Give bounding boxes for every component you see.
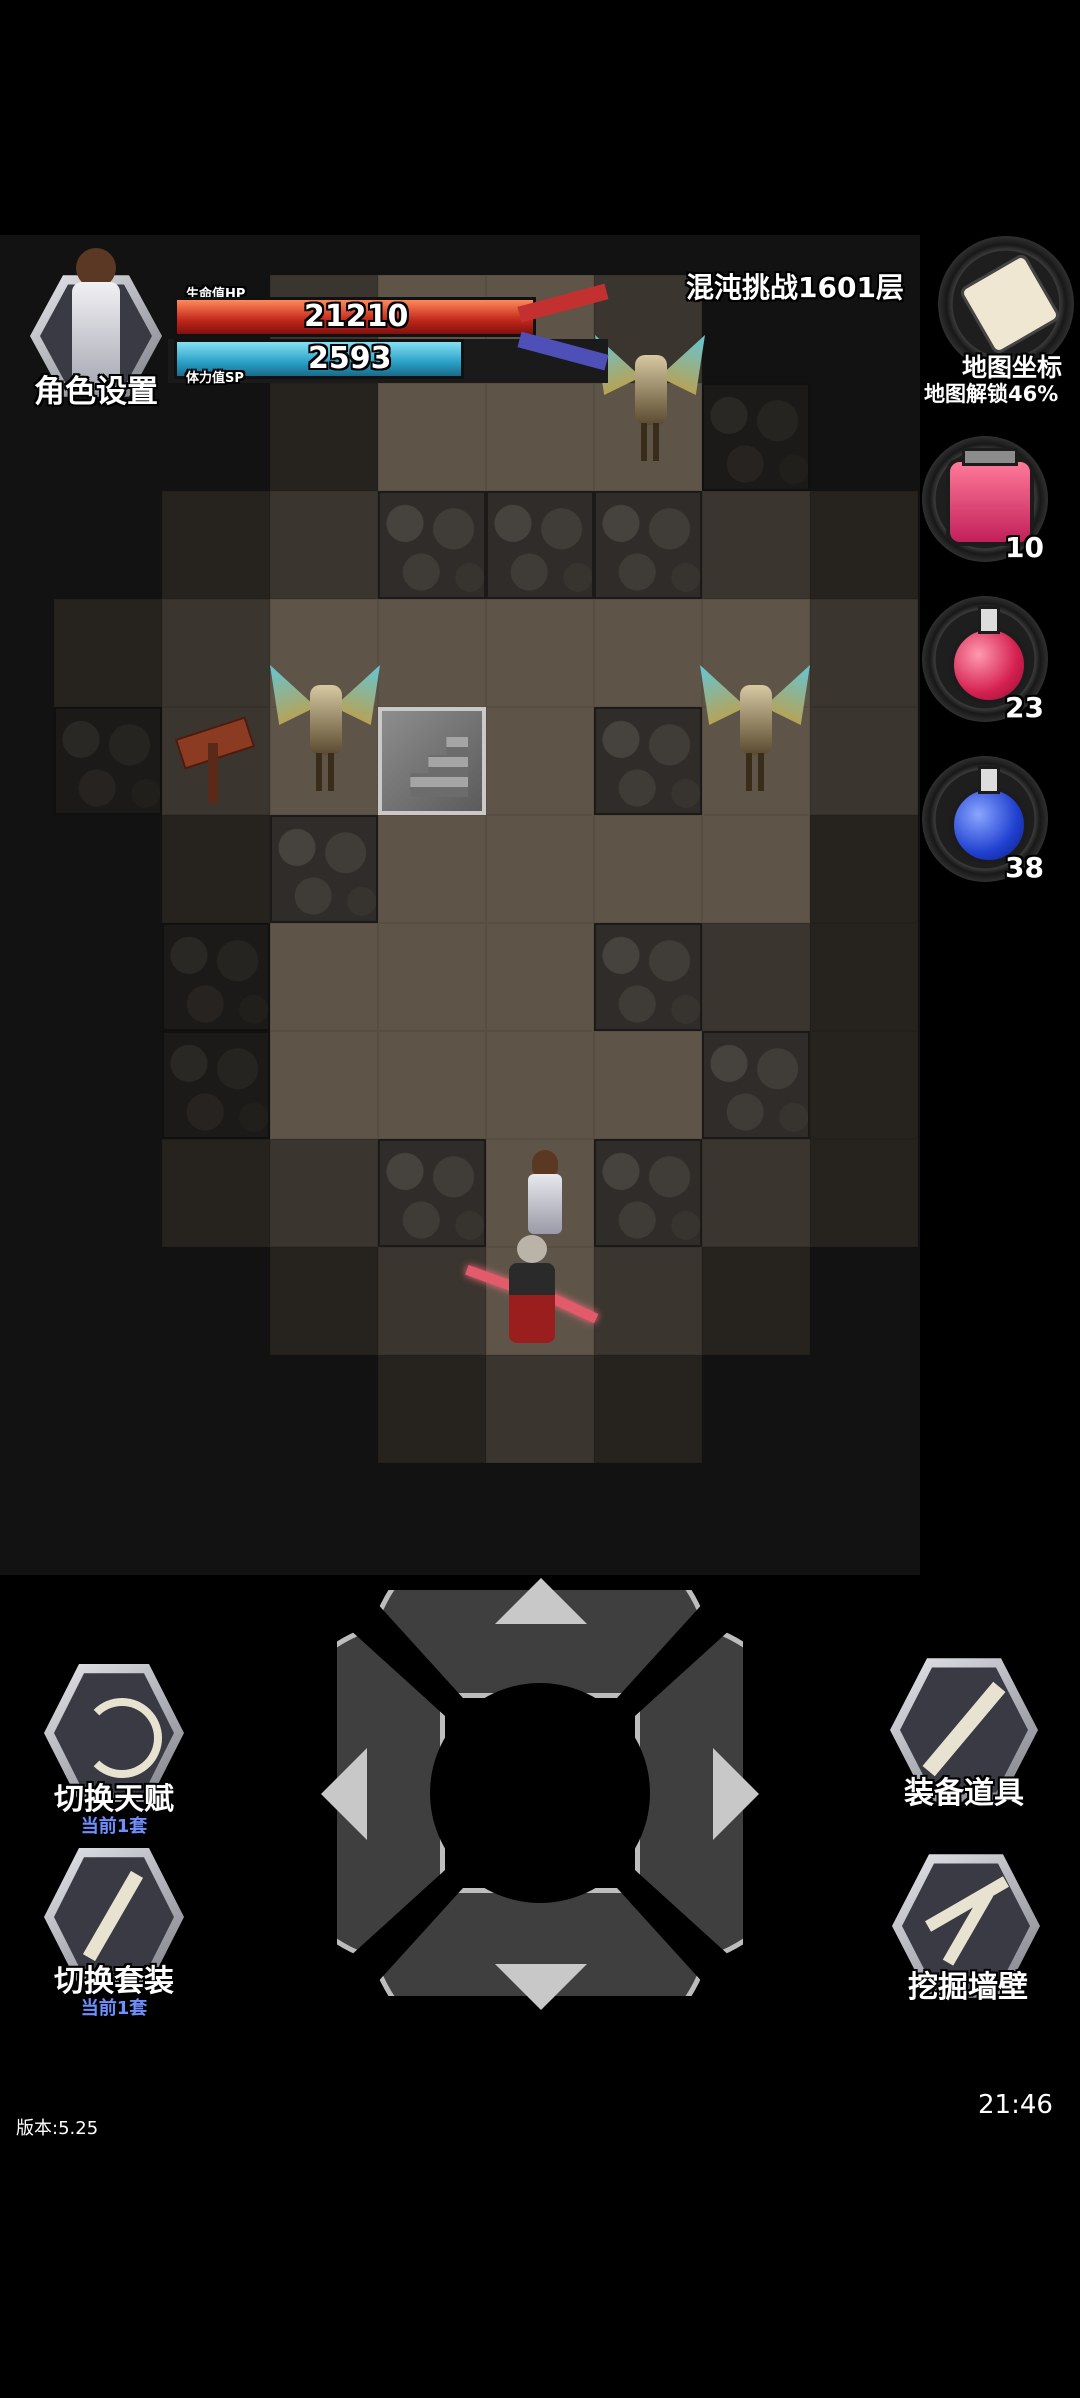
floor-tile (270, 1139, 378, 1247)
floor-tile (270, 923, 378, 1031)
winged-monster[interactable] (700, 655, 810, 795)
equip-items-label: 装备道具 (904, 1776, 1024, 1811)
winged-monster[interactable] (595, 325, 705, 465)
floor-tile (486, 599, 594, 707)
floor-tile (702, 815, 810, 923)
floor-tile (594, 1247, 702, 1355)
floor-tile (486, 923, 594, 1031)
floor-tile (270, 491, 378, 599)
winged-monster[interactable] (270, 655, 380, 795)
floor-tile (486, 707, 594, 815)
floor-tile (810, 1031, 918, 1139)
sp-value: 2593 (308, 341, 392, 376)
stairs-tile[interactable] (378, 707, 486, 815)
dungeon-map[interactable] (0, 235, 920, 1575)
dpad-center (430, 1683, 650, 1903)
wall-tile (162, 923, 270, 1031)
floor-tile (810, 923, 918, 1031)
floor-tile (810, 1139, 918, 1247)
floor-tile (162, 599, 270, 707)
hp-value: 21210 (304, 299, 409, 334)
floor-tile (810, 599, 918, 707)
floor-tile (270, 1247, 378, 1355)
item-slot-blue-potion[interactable]: 38 (922, 756, 1048, 884)
signpost[interactable] (178, 715, 248, 805)
wall-tile (162, 1031, 270, 1139)
floor-tile (270, 1031, 378, 1139)
wall-tile (378, 491, 486, 599)
scroll-map-icon (958, 252, 1062, 356)
stats-panel: 生命值HP 21210 2593 体力值SP (168, 283, 609, 386)
floor-tile (702, 1247, 810, 1355)
dpad (265, 1518, 815, 2068)
floor-tile (594, 815, 702, 923)
arrow-down-icon (495, 1964, 587, 2010)
wall-tile (594, 923, 702, 1031)
wall-tile (378, 1139, 486, 1247)
floor-tile (378, 1355, 486, 1463)
wall-tile (702, 383, 810, 491)
floor-tile (594, 599, 702, 707)
floor-tile (702, 923, 810, 1031)
floor-tile (54, 599, 162, 707)
clock-text: 21:46 (978, 2090, 1053, 2120)
floor-tile (486, 1355, 594, 1463)
floor-tile (378, 815, 486, 923)
character-portrait (68, 248, 124, 392)
sp-label: 体力值SP (186, 371, 244, 386)
floor-tile (810, 707, 918, 815)
floor-tile (594, 1355, 702, 1463)
wall-tile (54, 707, 162, 815)
item-slot-health-jar[interactable]: 10 (922, 436, 1048, 564)
arrow-left-icon (321, 1748, 367, 1840)
floor-tile (486, 815, 594, 923)
item-slot-red-potion[interactable]: 23 (922, 596, 1048, 724)
item-count: 23 (1005, 691, 1044, 724)
red-armored-enemy[interactable] (465, 1235, 599, 1355)
arrow-up-icon (495, 1578, 587, 1624)
switch-outfit-current: 当前1套 (80, 1998, 148, 2019)
wall-tile (702, 1031, 810, 1139)
wall-tile (594, 1139, 702, 1247)
switch-talent-current: 当前1套 (80, 1816, 148, 1837)
floor-tile (486, 383, 594, 491)
arrow-right-icon (713, 1748, 759, 1840)
bars-ornament (517, 283, 609, 375)
floor-tile (162, 491, 270, 599)
floor-tile (810, 491, 918, 599)
floor-tile (702, 491, 810, 599)
item-count: 10 (1005, 531, 1044, 564)
floor-tile (594, 1031, 702, 1139)
floor-tile (270, 383, 378, 491)
wall-tile (270, 815, 378, 923)
floor-tile (378, 383, 486, 491)
vortex-icon (82, 1698, 162, 1778)
wall-tile (486, 491, 594, 599)
player-character (514, 1150, 574, 1240)
map-unlock-text: 地图解锁46% (924, 382, 1059, 406)
floor-tile (702, 1139, 810, 1247)
version-text: 版本:5.25 (16, 2118, 99, 2139)
level-title: 混沌挑战1601层 (686, 271, 904, 304)
wall-tile (594, 491, 702, 599)
floor-tile (378, 923, 486, 1031)
floor-tile (162, 815, 270, 923)
floor-tile (378, 1031, 486, 1139)
item-count: 38 (1005, 851, 1044, 884)
dig-wall-label: 挖掘墙壁 (908, 1970, 1028, 2005)
floor-tile (378, 599, 486, 707)
floor-tile (810, 815, 918, 923)
floor-tile (162, 1139, 270, 1247)
floor-tile (486, 1031, 594, 1139)
wall-tile (594, 707, 702, 815)
character-settings-label: 角色设置 (34, 374, 158, 410)
